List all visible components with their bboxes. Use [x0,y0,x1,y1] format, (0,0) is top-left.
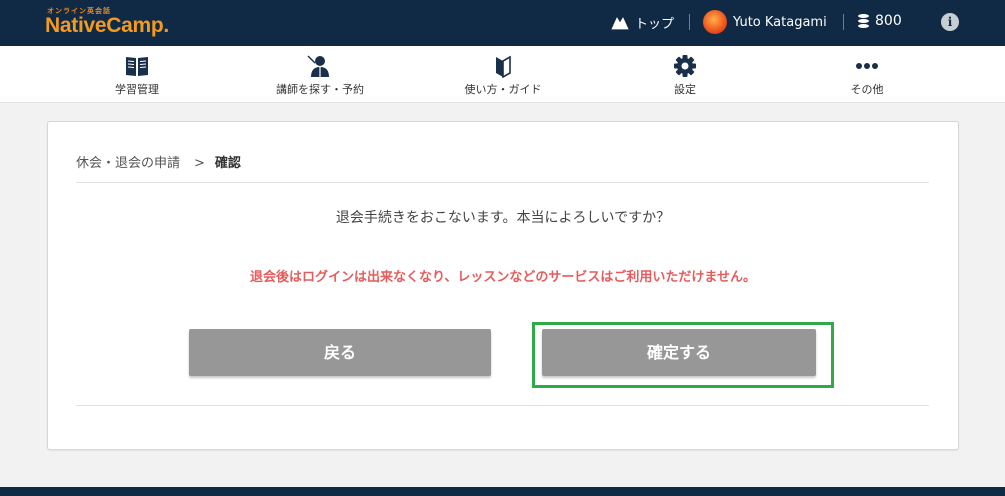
info-icon[interactable]: i [941,13,959,31]
footer-bar [0,487,1005,496]
book-icon [126,57,148,76]
guide-icon [496,55,511,78]
teacher-icon [307,55,329,77]
nav-label: 学習管理 [115,83,159,96]
nativecamp-logo[interactable]: オンライン英会話 NativeCamp. [45,6,205,40]
breadcrumb-current: 確認 [214,156,241,171]
divider [76,182,929,183]
logo-text: NativeCamp. [45,14,169,37]
gear-icon [674,55,696,77]
breadcrumb-separator: > [194,156,205,171]
header-divider [689,14,690,30]
withdrawal-confirm-card: 休会・退会の申請 > 確認 退会手続きをおこないます。本当によろしいですか？ 退会後… [47,121,959,450]
main-nav: 学習管理 講師を探す・予約 使い方・ガイド 設定 その他 [0,46,1005,103]
coin-stack-icon [858,14,869,28]
nav-item-more[interactable]: その他 [797,46,937,103]
withdrawal-warning: 退会後はログインは出来なくなり、レッスンなどのサービスはご利用いただけません。 [249,270,757,285]
nav-item-study[interactable]: 学習管理 [67,46,207,103]
user-profile-link[interactable]: Yuto Katagami [703,10,827,34]
nav-item-guide[interactable]: 使い方・ガイド [433,46,573,103]
avatar [703,10,727,34]
top-link-label: トップ [635,17,675,32]
more-icon [856,63,878,69]
nav-label: その他 [850,83,884,96]
coin-count: 800 [875,13,902,29]
breadcrumb-parent[interactable]: 休会・退会の申請 [76,156,180,171]
breadcrumb: 休会・退会の申請 > 確認 [76,152,241,171]
nav-label: 講師を探す・予約 [276,83,364,96]
top-header: オンライン英会話 NativeCamp. トップ Yuto Katagami 8… [0,0,1005,46]
nav-item-find-teacher[interactable]: 講師を探す・予約 [250,46,390,103]
confirm-question: 退会手続きをおこないます。本当によろしいですか？ [335,210,671,226]
tent-icon [611,16,629,29]
top-link[interactable]: トップ [611,13,674,32]
user-name: Yuto Katagami [733,14,827,30]
coin-balance[interactable]: 800 [858,13,902,29]
header-divider [843,14,844,30]
divider [76,405,929,406]
back-button[interactable]: 戻る [189,329,491,376]
confirm-button[interactable]: 確定する [542,329,816,376]
nav-item-settings[interactable]: 設定 [615,46,755,103]
nav-label: 設定 [674,83,696,96]
nav-label: 使い方・ガイド [464,83,542,96]
